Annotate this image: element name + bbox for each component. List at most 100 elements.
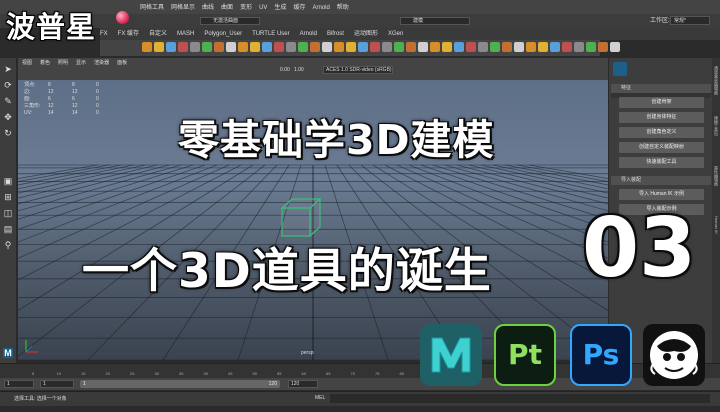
shelf-button-icon[interactable] — [502, 42, 512, 52]
shelf-button-icon[interactable] — [298, 42, 308, 52]
shelf-button-icon[interactable] — [526, 42, 536, 52]
panel-button[interactable]: 导入 Human IK 示例 — [619, 189, 704, 200]
shelf-tab[interactable]: 自定义 — [149, 28, 167, 40]
select-tool-icon[interactable]: ➤ — [3, 64, 13, 74]
shelf-button-icon[interactable] — [250, 42, 260, 52]
shelf-button-icon[interactable] — [262, 42, 272, 52]
menu-item[interactable]: 缓存 — [293, 5, 305, 11]
shelf-button-icon[interactable] — [418, 42, 428, 52]
shelf-button-icon[interactable] — [406, 42, 416, 52]
shelf-button-icon[interactable] — [286, 42, 296, 52]
menu-item[interactable]: 帮助 — [337, 5, 349, 11]
shelf-button-icon[interactable] — [430, 42, 440, 52]
layout-outliner-icon[interactable]: ▤ — [3, 224, 13, 234]
shelf-button-icon[interactable] — [190, 42, 200, 52]
shelf-button-icon[interactable] — [154, 42, 164, 52]
menu-item[interactable]: 曲线 — [202, 5, 214, 11]
viewport-menu-item[interactable]: 渲染器 — [94, 60, 109, 66]
shelf-button-icon[interactable] — [370, 42, 380, 52]
shelf-button-icon[interactable] — [166, 42, 176, 52]
viewport-menu-item[interactable]: 着色 — [40, 60, 50, 66]
panel-button[interactable]: 快速装配工具 — [619, 157, 704, 168]
maya-home-icon[interactable]: M — [3, 348, 13, 358]
shelf-button-icon[interactable] — [598, 42, 608, 52]
shelf-tab[interactable]: FX 缓存 — [118, 28, 139, 40]
viewport-menu-item[interactable]: 显示 — [76, 60, 86, 66]
menu-item[interactable]: Arnold — [312, 5, 329, 11]
shelf-button-icon[interactable] — [562, 42, 572, 52]
shelf-button-icon[interactable] — [610, 42, 620, 52]
hik-panel-icon[interactable] — [613, 62, 627, 76]
shelf-tab[interactable]: MASH — [177, 28, 194, 40]
shelf-button-icon[interactable] — [466, 42, 476, 52]
shelf-tab[interactable]: Arnold — [300, 28, 317, 40]
shelf-button-icon[interactable] — [202, 42, 212, 52]
shelf-button-icon[interactable] — [238, 42, 248, 52]
shelf-tab[interactable]: XGen — [388, 28, 403, 40]
shelf-button-icon[interactable] — [538, 42, 548, 52]
shelf-button-icon[interactable] — [358, 42, 368, 52]
mode-selector[interactable]: 建模 — [400, 17, 470, 25]
shelf-button-icon[interactable] — [478, 42, 488, 52]
shelf-button-icon[interactable] — [142, 42, 152, 52]
vertical-tab[interactable]: 建模工具包 — [712, 116, 720, 136]
shelf-button-icon[interactable] — [490, 42, 500, 52]
layout-single-icon[interactable]: ▣ — [3, 176, 13, 186]
shelf-button-icon[interactable] — [550, 42, 560, 52]
panel-button[interactable]: 创建身体特征 — [619, 112, 704, 123]
shelf-button-icon[interactable] — [310, 42, 320, 52]
gamma-field[interactable]: 0.00 — [280, 67, 290, 73]
shelf-tab[interactable]: Bifrost — [327, 28, 344, 40]
search-icon[interactable]: ⚲ — [3, 240, 13, 250]
shelf-button-icon[interactable] — [394, 42, 404, 52]
shelf-tab[interactable]: FX — [100, 28, 108, 40]
range-start-field[interactable]: 1 — [40, 380, 74, 388]
shelf-tab[interactable]: Polygon_User — [204, 28, 242, 40]
exposure-field[interactable]: 1.00 — [294, 67, 304, 73]
range-slider-bar[interactable]: 1 120 — [80, 380, 280, 388]
rotate-tool-icon[interactable]: ↻ — [3, 128, 13, 138]
layout-side-icon[interactable]: ◫ — [3, 208, 13, 218]
layout-four-icon[interactable]: ⊞ — [3, 192, 13, 202]
panel-section-header[interactable]: 导入装配 — [611, 176, 711, 185]
shelf-tab[interactable]: TURTLE User — [252, 28, 290, 40]
shelf-button-icon[interactable] — [214, 42, 224, 52]
shelf-button-icon[interactable] — [274, 42, 284, 52]
colorspace-selector[interactable]: ACES 1.0 SDR-video (sRGB) — [323, 66, 393, 74]
menu-item[interactable]: UV — [259, 5, 267, 11]
move-tool-icon[interactable]: ✥ — [3, 112, 13, 122]
shelf-tab[interactable]: 运动图形 — [354, 28, 378, 40]
shelf-button-icon[interactable] — [382, 42, 392, 52]
shelf-button-icon[interactable] — [442, 42, 452, 52]
shelf-button-icon[interactable] — [454, 42, 464, 52]
shelf-button-icon[interactable] — [346, 42, 356, 52]
shelf-button-icon[interactable] — [178, 42, 188, 52]
mel-label[interactable]: MEL — [315, 395, 325, 401]
range-end-field[interactable]: 120 — [288, 380, 318, 388]
panel-button[interactable]: 创建骨架 — [619, 97, 704, 108]
live-surface-field[interactable]: 无激活曲面 — [200, 17, 260, 25]
lasso-tool-icon[interactable]: ⟳ — [3, 80, 13, 90]
viewport-menu-item[interactable]: 面板 — [117, 60, 127, 66]
menu-item[interactable]: 生成 — [274, 5, 286, 11]
command-input[interactable] — [330, 394, 710, 403]
vertical-tab[interactable]: Human IK — [712, 216, 720, 234]
paint-select-icon[interactable]: ✎ — [3, 96, 13, 106]
menu-item[interactable]: 曲面 — [221, 5, 233, 11]
panel-button[interactable]: 创建角色定义 — [619, 127, 704, 138]
shelf-button-icon[interactable] — [514, 42, 524, 52]
viewport-menu-item[interactable]: 照明 — [58, 60, 68, 66]
shelf-button-icon[interactable] — [586, 42, 596, 52]
panel-section-header[interactable]: 特征 — [611, 84, 711, 93]
menu-item[interactable]: 网格工具 — [140, 5, 164, 11]
vertical-tab[interactable]: 属性编辑器 — [712, 166, 720, 186]
vertical-tab[interactable]: 通道盒/层编辑器 — [712, 66, 720, 95]
menu-item[interactable]: 网格显示 — [171, 5, 195, 11]
start-frame-field[interactable]: 1 — [4, 380, 34, 388]
shelf-button-icon[interactable] — [574, 42, 584, 52]
panel-button[interactable]: 创建自定义装配映射 — [619, 142, 704, 153]
workspace-selector[interactable]: 常规* — [670, 16, 710, 25]
shelf-button-icon[interactable] — [226, 42, 236, 52]
viewport-menu-item[interactable]: 视图 — [22, 60, 32, 66]
menu-item[interactable]: 变形 — [240, 5, 252, 11]
